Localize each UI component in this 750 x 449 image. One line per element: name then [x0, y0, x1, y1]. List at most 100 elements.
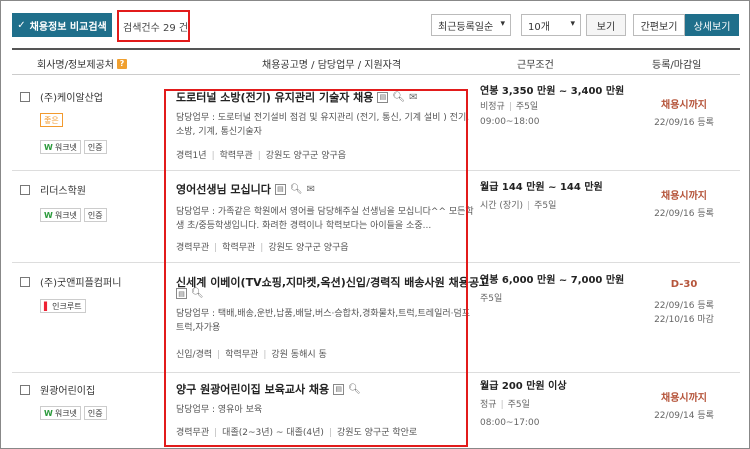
register-date: 22/09/16 등록	[654, 301, 714, 311]
job-title-text[interactable]: 영어선생님 모십니다	[176, 181, 271, 197]
worknet-badge: W 워크넷	[40, 208, 81, 222]
page-size-value: 10개	[528, 21, 550, 33]
header-company: 회사명/정보제공처 ?	[37, 56, 127, 71]
header-job: 채용공고명 / 담당업무 / 지원자격	[262, 60, 402, 71]
worknet-badge: W 워크넷	[40, 406, 81, 420]
badge-label: 워크넷	[54, 210, 77, 220]
company-name[interactable]: (주)굿앤피플컴퍼니	[40, 274, 121, 289]
company-name[interactable]: 리더스학원	[40, 182, 86, 197]
worknet-badge: W 워크넷	[40, 140, 81, 154]
location: 강원도 양구군 양구읍	[265, 151, 347, 161]
deadline: D-30	[670, 279, 698, 290]
job-title[interactable]: 양구 원광어린이집 보육교사 채용 ▤ 🔍︎	[176, 381, 361, 397]
location: 강원도 양구군 학안로	[336, 428, 418, 438]
job-meta: 신입/경력 | 학력무관 | 강원 동해시 동	[176, 350, 327, 360]
job-meta: 경력무관 | 학력무관 | 강원도 양구군 양구읍	[176, 243, 349, 253]
document-icon: ▤	[176, 288, 187, 299]
badge-label: 인크루트	[52, 301, 82, 311]
register-date: 22/09/16 등록	[654, 118, 714, 128]
source-badges: ▌ 인크루트	[40, 299, 86, 313]
salary: 연봉 3,350 만원 ~ 3,400 만원	[480, 86, 625, 97]
view-button[interactable]: 보기	[586, 14, 626, 36]
company-name[interactable]: 원광어린이집	[40, 382, 95, 397]
location: 강원 동해시 동	[271, 350, 327, 360]
table-row: (주)케이알산업 좋은 W 워크넷 인증 도로터널 소방(전기) 유지관리 기술자…	[12, 76, 740, 171]
header-dates: 등록/마감일	[652, 60, 702, 71]
verified-badge: 인증	[83, 208, 107, 222]
work-days: 주5일	[515, 102, 539, 112]
row-checkbox[interactable]	[20, 385, 30, 395]
work-hours: 09:00~18:00	[480, 117, 540, 127]
employment-type: 비정규	[480, 102, 505, 112]
document-icon: ▤	[274, 183, 286, 195]
header-conditions: 근무조건	[517, 60, 554, 71]
work-days: 주5일	[534, 201, 557, 211]
good-tag: 좋은	[40, 113, 63, 127]
employment-type: 시간 (장기)	[480, 201, 524, 211]
job-title[interactable]: 도로터널 소방(전기) 유지관리 기술자 채용 ▤ 🔍︎ ✉	[176, 89, 418, 105]
job-title[interactable]: 신세계 이베이(TV쇼핑,지마켓,옥션)신입/경력직 배송사원 채용공고	[176, 274, 489, 290]
salary: 월급 200 만원 이상	[480, 381, 567, 392]
help-icon[interactable]: ?	[116, 58, 127, 69]
document-icon: ▤	[377, 91, 389, 103]
register-date: 22/09/16 등록	[654, 209, 714, 219]
work-conditions: 연봉 6,000 만원 ~ 7,000 만원 주5일	[480, 273, 624, 307]
job-meta: 경력무관 | 대졸(2~3년) ~ 대졸(4년) | 강원도 양구군 학안로	[176, 428, 418, 438]
compare-search-label: 채용정보 비교검색	[29, 21, 107, 33]
job-description: 담당업무 : 영유아 보육	[176, 405, 263, 415]
sort-select[interactable]: 최근등록일순 ▾	[431, 14, 511, 36]
location: 강원도 양구군 양구읍	[268, 243, 349, 253]
search-icon[interactable]: 🔍︎	[290, 184, 303, 195]
badge-label: 워크넷	[54, 408, 77, 418]
work-days: 주5일	[480, 294, 503, 304]
job-search-results: ✓ 채용정보 비교검색 검색건수 29 건 최근등록일순 ▾ 10개 ▾ 보기 …	[0, 0, 750, 449]
simple-view-button[interactable]: 간편보기	[633, 14, 685, 36]
deadline: 채용시까지	[661, 393, 707, 404]
mail-icon[interactable]: ✉	[307, 184, 315, 195]
worknet-icon: W	[44, 408, 53, 418]
detail-view-button[interactable]: 상세보기	[685, 14, 739, 36]
education: 학력무관	[225, 350, 259, 360]
table-header: 회사명/정보제공처 ? 채용공고명 / 담당업무 / 지원자격 근무조건 등록/…	[12, 48, 740, 75]
incruit-badge: ▌ 인크루트	[40, 299, 86, 313]
experience: 신입/경력	[176, 350, 213, 360]
work-conditions: 연봉 3,350 만원 ~ 3,400 만원 비정규 | 주5일 09:00~18:…	[480, 84, 624, 130]
experience: 경력무관	[176, 243, 210, 253]
compare-search-button[interactable]: ✓ 채용정보 비교검색	[12, 13, 112, 37]
search-icon[interactable]: 🔍︎	[191, 288, 204, 299]
worknet-icon: W	[44, 142, 53, 152]
search-icon[interactable]: 🔍︎	[392, 92, 405, 103]
chevron-down-icon: ▾	[500, 19, 505, 29]
job-title-text[interactable]: 신세계 이베이(TV쇼핑,지마켓,옥션)신입/경력직 배송사원 채용공고	[176, 274, 489, 290]
job-meta: 경력1년 | 학력무관 | 강원도 양구군 양구읍	[176, 151, 347, 161]
job-title[interactable]: 영어선생님 모십니다 ▤ 🔍︎ ✉	[176, 181, 315, 197]
table-row: (주)굿앤피플컴퍼니 ▌ 인크루트 신세계 이베이(TV쇼핑,지마켓,옥션)신입/…	[12, 263, 740, 373]
deadline: 채용시까지	[661, 100, 707, 111]
document-icon: ▤	[333, 383, 345, 395]
verified-badge: 인증	[83, 140, 107, 154]
salary: 월급 144 만원 ~ 144 만원	[480, 182, 603, 193]
page-size-select[interactable]: 10개 ▾	[521, 14, 581, 36]
mail-icon[interactable]: ✉	[409, 92, 417, 103]
sort-select-value: 최근등록일순	[438, 21, 494, 33]
job-title-text[interactable]: 양구 원광어린이집 보육교사 채용	[176, 381, 329, 397]
job-title-icons: ▤ 🔍︎	[176, 288, 204, 299]
row-checkbox[interactable]	[20, 185, 30, 195]
date-list: 22/09/16 등록 22/10/16 마감	[632, 299, 736, 327]
search-icon[interactable]: 🔍︎	[348, 384, 361, 395]
source-badges: W 워크넷 인증	[40, 208, 107, 222]
job-description: 담당업무 : 택배,배송,운반,납품,배달,버스·승합차,경화물차,트럭,트레일…	[176, 309, 471, 333]
badge-label: 워크넷	[54, 142, 77, 152]
company-name[interactable]: (주)케이알산업	[40, 89, 103, 104]
close-date: 22/10/16 마감	[654, 315, 714, 325]
verified-badge: 인증	[83, 406, 107, 420]
row-checkbox[interactable]	[20, 277, 30, 287]
work-conditions: 월급 144 만원 ~ 144 만원 시간 (장기) | 주5일	[480, 182, 603, 211]
table-row: 리더스학원 W 워크넷 인증 영어선생님 모십니다 ▤ 🔍︎ ✉ 담당업무 : 가…	[12, 171, 740, 263]
work-conditions: 월급 200 만원 이상 정규 | 주5일 08:00~17:00	[480, 379, 567, 431]
work-hours: 08:00~17:00	[480, 418, 540, 428]
job-title-text[interactable]: 도로터널 소방(전기) 유지관리 기술자 채용	[176, 89, 373, 105]
result-count: 검색건수 29 건	[117, 10, 190, 42]
experience: 경력무관	[176, 428, 210, 438]
row-checkbox[interactable]	[20, 92, 30, 102]
